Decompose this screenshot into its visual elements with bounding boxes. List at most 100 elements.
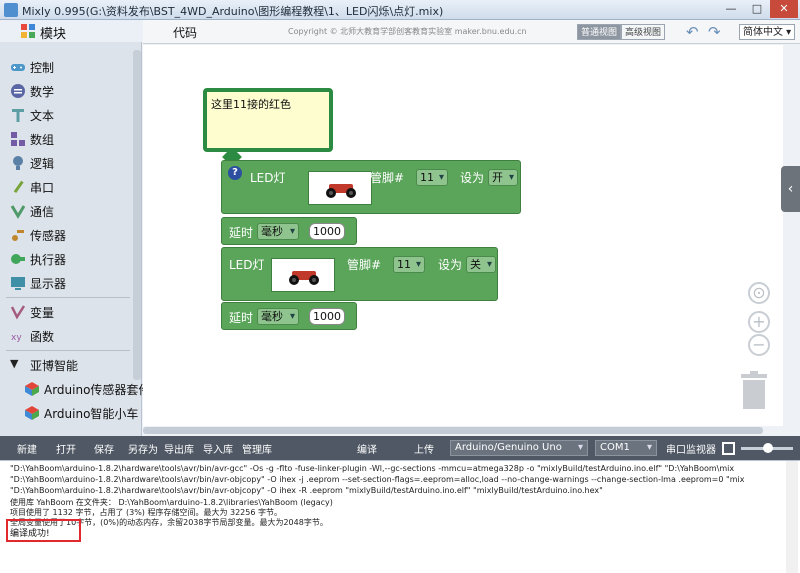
- variable-icon: [10, 305, 26, 320]
- comment-text: 这里11接的红色: [211, 98, 291, 111]
- sidebar-item-sensor[interactable]: 传感器: [8, 224, 134, 246]
- save-button[interactable]: 保存: [94, 441, 114, 456]
- undo-icon[interactable]: ↶: [686, 23, 699, 41]
- info-badge-icon[interactable]: ?: [228, 166, 242, 180]
- console-line: "D:\YahBoom\arduino-1.8.2\hardware\tools…: [10, 464, 735, 473]
- sidebar-item-label: 数组: [30, 133, 55, 147]
- sidebar-item-variable[interactable]: 变量: [8, 301, 134, 323]
- sidebar-item-label: 变量: [30, 306, 55, 320]
- block-label: LED灯: [250, 171, 286, 185]
- function-icon: xy: [11, 333, 22, 343]
- sidebar-item-text[interactable]: 文本: [8, 104, 134, 126]
- sidebar-item-label: 文本: [30, 109, 55, 123]
- set-label: 设为: [460, 171, 485, 185]
- console-output[interactable]: "D:\YahBoom\arduino-1.8.2\hardware\tools…: [0, 460, 800, 573]
- delay-value-input[interactable]: 1000: [309, 308, 345, 325]
- comment-textarea[interactable]: 这里11接的红色: [207, 92, 329, 148]
- sidebar-item-display[interactable]: 显示器: [8, 272, 134, 294]
- scrollbar-thumb[interactable]: [143, 427, 763, 434]
- export-library-button[interactable]: 导出库: [164, 441, 194, 456]
- advanced-view-button[interactable]: 高级视图: [621, 24, 665, 40]
- zoom-in-button[interactable]: +: [748, 311, 770, 333]
- sidebar-divider: [6, 297, 130, 298]
- pin-dropdown[interactable]: 11: [393, 256, 425, 273]
- trash-icon[interactable]: [740, 370, 768, 410]
- state-dropdown[interactable]: 关: [466, 256, 496, 273]
- logic-icon: [13, 156, 23, 170]
- delay-block-2[interactable]: 延时 毫秒 1000: [221, 302, 357, 330]
- sidebar-item-label: 逻辑: [30, 157, 55, 171]
- tab-code[interactable]: 代码: [173, 24, 197, 41]
- state-dropdown[interactable]: 开: [488, 169, 518, 186]
- serial-icon: [13, 180, 24, 194]
- font-size-slider[interactable]: [741, 443, 793, 453]
- sidebar-item-label: 控制: [30, 61, 55, 75]
- sidebar-item-actuator[interactable]: 执行器: [8, 248, 134, 270]
- window-title: Mixly 0.995(G:\资料发布\BST_4WD_Arduino\图形编程…: [22, 5, 444, 18]
- port-select[interactable]: COM1: [595, 440, 657, 456]
- svg-text:xy: xy: [11, 333, 22, 343]
- flyout-toggle-button[interactable]: ‹: [781, 166, 800, 212]
- zoom-out-button[interactable]: −: [748, 334, 770, 356]
- block-label: LED灯: [229, 258, 265, 272]
- sidebar-item-label: 函数: [30, 330, 55, 344]
- delay-value-input[interactable]: 1000: [309, 223, 345, 240]
- copyright-text: Copyright © 北师大教育学部创客教育实验室 maker.bnu.edu…: [288, 27, 527, 36]
- sidebar-item-serial[interactable]: 串口: [8, 176, 134, 198]
- console-line: "D:\YahBoom\arduino-1.8.2\hardware\tools…: [10, 475, 745, 484]
- console-scrollbar[interactable]: [786, 461, 798, 573]
- redo-icon[interactable]: ↷: [708, 23, 721, 41]
- zoom-reset-icon[interactable]: ⊙: [748, 282, 770, 304]
- communication-icon: [10, 205, 26, 219]
- led-block-on[interactable]: LED灯 管脚# 11 设为 开: [221, 160, 521, 214]
- pin-dropdown[interactable]: 11: [416, 169, 448, 186]
- sidebar-title: 模块: [40, 27, 67, 42]
- sidebar-item-sensor-kit[interactable]: Arduino传感器套件: [22, 378, 150, 400]
- maximize-button[interactable]: □: [744, 0, 770, 18]
- unit-dropdown[interactable]: 毫秒: [257, 223, 299, 240]
- language-select[interactable]: 简体中文 ▾: [739, 24, 795, 40]
- editor-tab-bar: 代码 Copyright © 北师大教育学部创客教育实验室 maker.bnu.…: [143, 20, 800, 44]
- sidebar-item-label: Arduino智能小车: [44, 407, 139, 421]
- sidebar-scrollbar[interactable]: [133, 50, 141, 380]
- workspace-horizontal-scrollbar[interactable]: [143, 426, 765, 435]
- delay-block-1[interactable]: 延时 毫秒 1000: [221, 217, 357, 245]
- car-icon: [326, 184, 356, 198]
- import-library-button[interactable]: 导入库: [203, 441, 233, 456]
- slider-knob[interactable]: [763, 443, 773, 453]
- save-as-button[interactable]: 另存为: [128, 441, 158, 456]
- new-button[interactable]: 新建: [17, 441, 37, 456]
- sidebar-group-yahboom[interactable]: ▼ 亚博智能: [8, 354, 134, 376]
- normal-view-button[interactable]: 普通视图: [577, 24, 621, 40]
- board-select[interactable]: Arduino/Genuino Uno: [450, 440, 588, 456]
- sidebar-item-label: 执行器: [30, 253, 67, 267]
- block-label: 延时: [229, 311, 254, 325]
- sidebar-item-function[interactable]: xy 函数: [8, 325, 134, 347]
- manage-library-button[interactable]: 管理库: [242, 441, 272, 456]
- text-icon: [12, 109, 24, 122]
- sidebar-item-control[interactable]: 控制: [8, 56, 134, 78]
- sidebar-item-array[interactable]: 数组: [8, 128, 134, 150]
- workspace-vertical-scrollbar[interactable]: [784, 45, 800, 426]
- unit-dropdown[interactable]: 毫秒: [257, 308, 299, 325]
- sidebar-item-label: 串口: [30, 181, 55, 195]
- block-comment[interactable]: 这里11接的红色: [203, 88, 333, 152]
- close-button[interactable]: ✕: [770, 0, 798, 18]
- sidebar-item-label: 显示器: [30, 277, 67, 291]
- sidebar-item-communication[interactable]: 通信: [8, 200, 134, 222]
- minimize-button[interactable]: —: [718, 0, 744, 18]
- sidebar-item-smart-car[interactable]: Arduino智能小车: [22, 402, 138, 424]
- serial-monitor-button[interactable]: 串口监视器: [666, 441, 716, 456]
- sidebar-item-label: 传感器: [30, 229, 67, 243]
- sidebar-item-logic[interactable]: 逻辑: [8, 152, 134, 174]
- chip-icon[interactable]: [722, 442, 735, 455]
- display-icon: [11, 277, 25, 290]
- sidebar-item-math[interactable]: 数学: [8, 80, 134, 102]
- cube-icon: [25, 382, 39, 396]
- open-button[interactable]: 打开: [56, 441, 76, 456]
- upload-button[interactable]: 上传: [414, 441, 434, 456]
- compile-button[interactable]: 编译: [357, 441, 377, 456]
- sensor-icon: [12, 230, 24, 241]
- led-block-off[interactable]: LED灯 管脚# 11 设为 关: [221, 247, 498, 301]
- sidebar-divider: [6, 350, 130, 351]
